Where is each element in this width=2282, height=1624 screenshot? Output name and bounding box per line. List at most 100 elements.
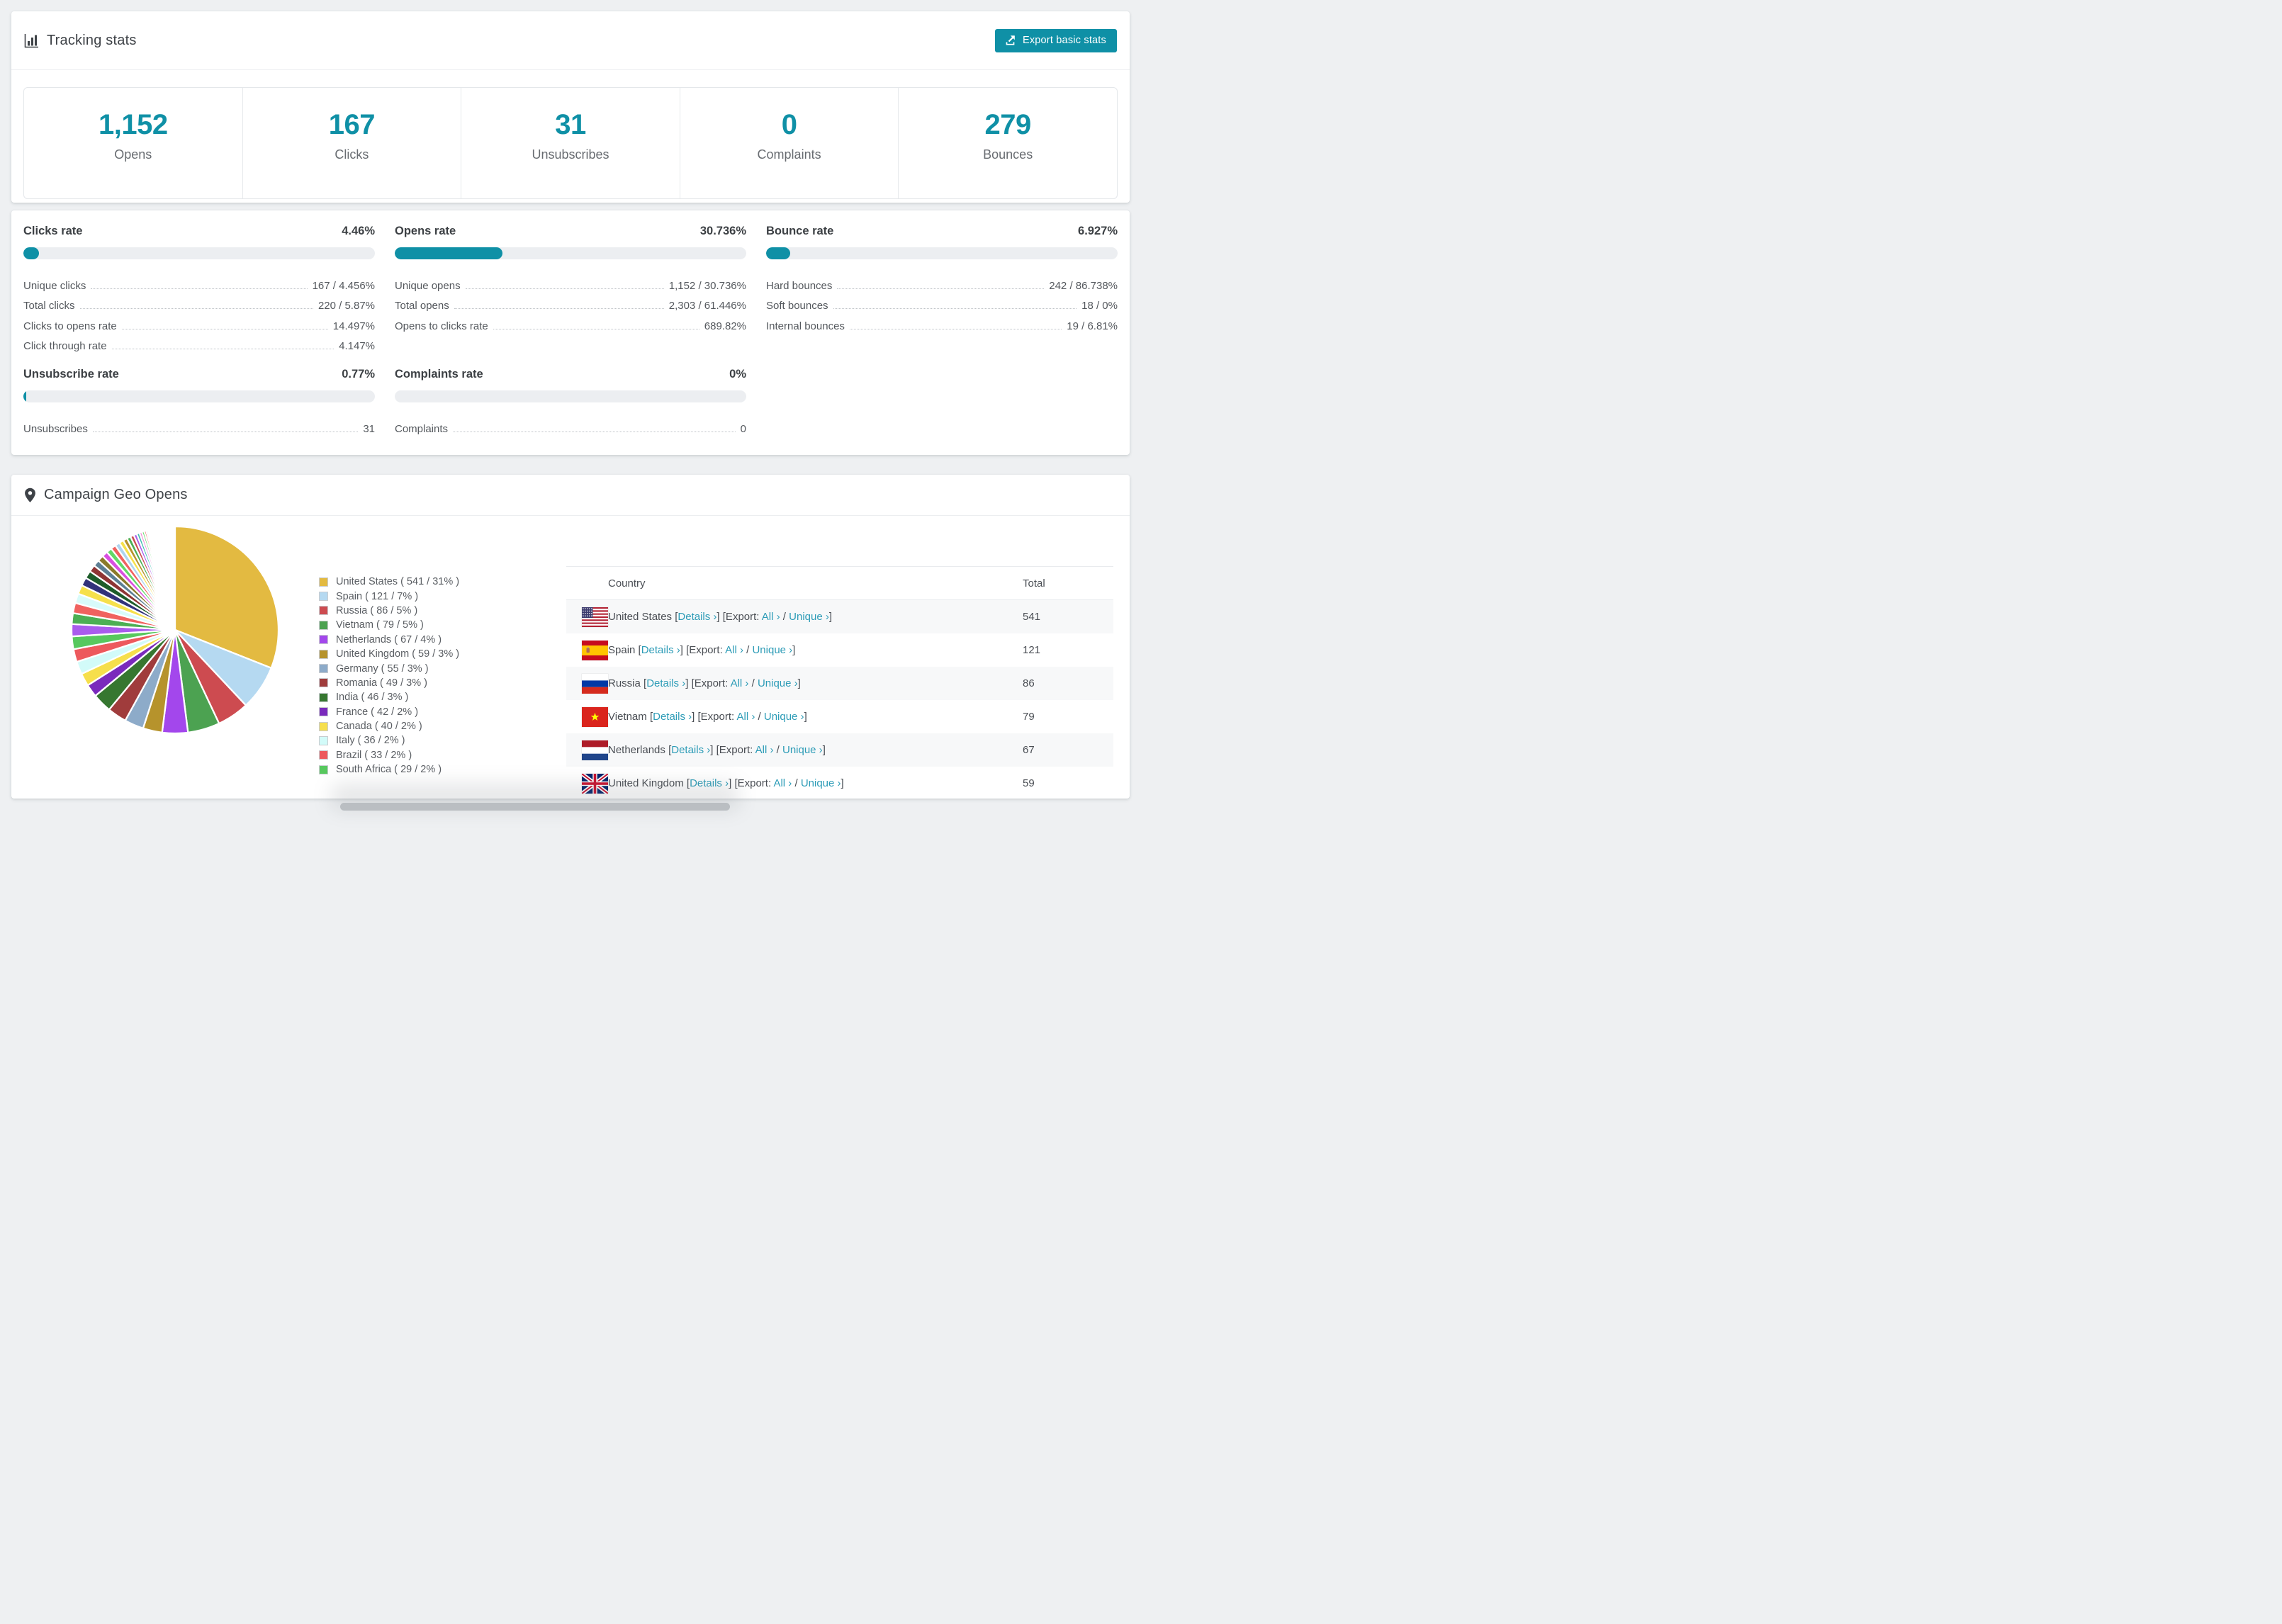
country-total: 79 — [1023, 711, 1035, 723]
rate-value: 6.927% — [1078, 225, 1118, 237]
rate-panel-opens-rate: Opens rate 30.736% Unique opens 1,152 / 30.… — [395, 225, 746, 352]
rate-progress-bar — [395, 390, 746, 402]
export-unique-link[interactable]: Unique › — [789, 611, 829, 623]
legend-item-india: India ( 46 / 3% ) — [319, 690, 459, 704]
stat-value: 31 — [555, 109, 586, 140]
rate-panel-bounce-rate: Bounce rate 6.927% Hard bounces 242 / 86.73… — [766, 225, 1118, 352]
legend-item-spain: Spain ( 121 / 7% ) — [319, 589, 459, 603]
stat-value: 1,152 — [98, 109, 168, 140]
details-link[interactable]: Details › — [690, 777, 729, 789]
rate-panel-clicks-rate: Clicks rate 4.46% Unique clicks 167 / 4.456… — [23, 225, 375, 352]
export-all-link[interactable]: All › — [725, 644, 743, 656]
country-total: 67 — [1023, 744, 1035, 756]
geo-table-country-header: Country — [608, 577, 646, 590]
export-unique-link[interactable]: Unique › — [758, 677, 798, 689]
legend-item-south-africa: South Africa ( 29 / 2% ) — [319, 762, 459, 777]
rate-title: Unsubscribe rate — [23, 368, 119, 380]
export-unique-link[interactable]: Unique › — [752, 644, 792, 656]
legend-label: Spain ( 121 / 7% ) — [336, 590, 419, 602]
stat-label: Clicks — [335, 147, 369, 162]
details-link[interactable]: Details › — [646, 677, 685, 689]
legend-swatch — [319, 692, 328, 702]
geo-table-row-netherlands: Netherlands [Details ›] [Export: All › /… — [566, 733, 1113, 767]
dotted-leader — [91, 288, 308, 289]
dotted-leader — [837, 288, 1045, 289]
details-link[interactable]: Details › — [678, 611, 716, 623]
bar-chart-icon — [24, 33, 38, 47]
legend-item-netherlands: Netherlands ( 67 / 4% ) — [319, 633, 459, 647]
stat-cell-unsubscribes: 31 Unsubscribes — [461, 88, 680, 198]
rate-detail-row: Unique clicks 167 / 4.456% — [23, 279, 375, 292]
rate-detail-row: Unsubscribes 31 — [23, 422, 375, 435]
export-unique-link[interactable]: Unique › — [764, 711, 804, 723]
country-total: 541 — [1023, 611, 1041, 623]
export-all-link[interactable]: All › — [762, 611, 780, 623]
geo-table-row-united-kingdom: United Kingdom [Details ›] [Export: All … — [566, 767, 1113, 799]
country-name: Spain — [608, 644, 636, 656]
rate-title: Bounce rate — [766, 225, 834, 237]
flag-icon-us — [582, 607, 608, 627]
rate-value: 30.736% — [699, 225, 746, 237]
rate-progress-fill — [23, 247, 40, 259]
rate-title: Complaints rate — [395, 368, 483, 380]
legend-swatch — [319, 678, 328, 688]
stat-value: 167 — [328, 109, 376, 140]
tracking-stats-card: Tracking stats Export basic stats 1,152 O… — [11, 11, 1130, 203]
legend-item-united-kingdom: United Kingdom ( 59 / 3% ) — [319, 647, 459, 661]
campaign-geo-opens-body: United States ( 541 / 31% ) Spain ( 121 /… — [11, 516, 1130, 798]
legend-label: Russia ( 86 / 5% ) — [336, 604, 418, 616]
flag-icon-nl — [582, 740, 608, 760]
stat-label: Bounces — [983, 147, 1033, 162]
details-link[interactable]: Details › — [653, 711, 692, 723]
country-name: Vietnam — [608, 711, 647, 723]
map-pin-icon — [25, 487, 35, 502]
legend-item-canada: Canada ( 40 / 2% ) — [319, 719, 459, 733]
export-basic-stats-button[interactable]: Export basic stats — [994, 28, 1117, 52]
legend-label: Italy ( 36 / 2% ) — [336, 735, 405, 747]
legend-item-vietnam: Vietnam ( 79 / 5% ) — [319, 618, 459, 632]
export-all-link[interactable]: All › — [737, 711, 755, 723]
geo-opens-pie-chart[interactable] — [69, 524, 281, 736]
geo-table-row-russia: Russia [Details ›] [Export: All › / Uniq… — [566, 667, 1113, 700]
legend-swatch — [319, 592, 328, 602]
legend-label: India ( 46 / 3% ) — [336, 692, 409, 704]
flag-icon-es — [582, 640, 608, 660]
rate-progress-bar — [395, 247, 746, 259]
export-all-link[interactable]: All › — [773, 777, 792, 789]
legend-label: France ( 42 / 2% ) — [336, 706, 419, 718]
details-link[interactable]: Details › — [641, 644, 680, 656]
export-all-link[interactable]: All › — [731, 677, 749, 689]
stat-cell-clicks: 167 Clicks — [243, 88, 462, 198]
rate-progress-bar — [766, 247, 1118, 259]
stat-label: Unsubscribes — [532, 147, 609, 162]
export-unique-link[interactable]: Unique › — [782, 744, 823, 756]
export-unique-link[interactable]: Unique › — [801, 777, 841, 789]
legend-item-brazil: Brazil ( 33 / 2% ) — [319, 748, 459, 762]
geo-table-header-row: Country Total — [566, 566, 1113, 600]
geo-opens-table: Country Total United States [Details ›] … — [566, 566, 1113, 799]
rate-detail-row: Internal bounces 19 / 6.81% — [766, 320, 1118, 332]
rate-value: 0.77% — [342, 368, 375, 380]
rate-title: Clicks rate — [23, 225, 83, 237]
dotted-leader — [454, 308, 664, 309]
geo-table-row-united-states: United States [Details ›] [Export: All ›… — [566, 600, 1113, 633]
stat-cell-bounces: 279 Bounces — [899, 88, 1117, 198]
rate-progress-bar — [23, 247, 375, 259]
legend-item-france: France ( 42 / 2% ) — [319, 705, 459, 719]
dotted-leader — [833, 308, 1077, 309]
stat-label: Complaints — [757, 147, 821, 162]
details-link[interactable]: Details › — [671, 744, 710, 756]
campaign-geo-opens-header: Campaign Geo Opens — [11, 475, 1130, 516]
dotted-leader — [79, 308, 313, 309]
horizontal-scrollbar-thumb[interactable] — [340, 803, 730, 811]
export-all-link[interactable]: All › — [755, 744, 774, 756]
country-name: United Kingdom — [608, 777, 684, 789]
rate-detail-row: Clicks to opens rate 14.497% — [23, 320, 375, 332]
tracking-stats-title: Tracking stats — [24, 33, 137, 49]
campaign-geo-opens-card: Campaign Geo Opens United States ( 541 /… — [11, 475, 1130, 799]
tracking-stats-title-text: Tracking stats — [47, 32, 137, 48]
legend-swatch — [319, 577, 328, 587]
rate-detail-row: Unique opens 1,152 / 30.736% — [395, 279, 746, 292]
legend-item-germany: Germany ( 55 / 3% ) — [319, 661, 459, 675]
legend-label: South Africa ( 29 / 2% ) — [336, 764, 442, 776]
